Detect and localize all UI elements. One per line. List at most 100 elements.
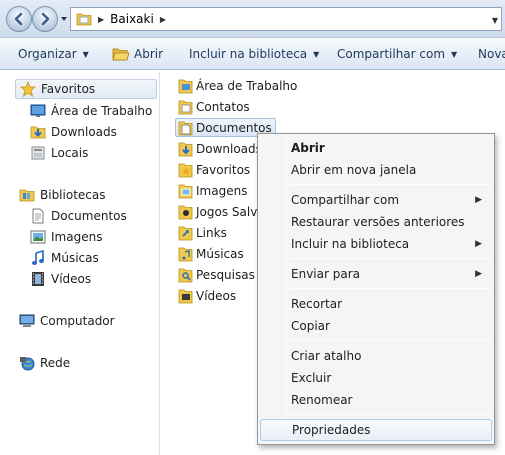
nav-item-computador[interactable]: Computador [19,311,115,331]
menu-item-copiar[interactable]: Copiar [260,315,492,337]
saved-games-folder-icon [178,205,193,219]
nav-item-area-de-trabalho[interactable]: Área de Trabalho [30,101,152,121]
menu-separator [290,414,490,415]
nav-label: Músicas [51,251,99,265]
file-item-pesquisas[interactable]: Pesquisas [178,265,255,284]
menu-item-abrir[interactable]: Abrir [260,137,492,159]
navigation-pane: Favoritos Área de Trabalho Downloads Loc… [0,71,160,455]
libraries-icon [19,189,35,202]
menu-item-label: Recortar [291,297,343,311]
menu-item-enviar-para[interactable]: Enviar para ▶ [260,263,492,285]
nav-label: Documentos [51,209,127,223]
menu-item-abrir-em-nova-janela[interactable]: Abrir em nova janela [260,159,492,181]
share-with-button[interactable]: Compartilhar com ▼ [337,38,457,70]
menu-item-label: Compartilhar com [291,193,400,207]
nav-item-downloads[interactable]: Downloads [30,122,117,142]
nav-label: Rede [40,356,71,370]
nav-item-documentos[interactable]: Documentos [30,206,127,226]
menu-item-renomear[interactable]: Renomear [260,389,492,411]
file-label: Músicas [196,246,244,261]
menu-item-incluir-na-biblioteca[interactable]: Incluir na biblioteca ▶ [260,233,492,255]
links-folder-icon [178,226,193,240]
file-label: Jogos Salvo [196,204,265,219]
menu-item-recortar[interactable]: Recortar [260,293,492,315]
new-folder-button[interactable]: Nova [478,38,505,70]
command-toolbar: Organizar ▼ Abrir Incluir na biblioteca … [0,38,505,70]
menu-item-compartilhar-com[interactable]: Compartilhar com ▶ [260,189,492,211]
breadcrumb-separator-icon[interactable]: ▶ [98,15,104,24]
file-item-jogos-salvo[interactable]: Jogos Salvo [178,202,265,221]
dropdown-arrow-icon: ▼ [82,49,89,59]
context-menu: Abrir Abrir em nova janela Compartilhar … [257,133,495,445]
computer-icon [19,314,35,327]
menu-item-restaurar-versoes[interactable]: Restaurar versões anteriores [260,211,492,233]
back-button[interactable] [6,6,32,32]
menu-item-label: Excluir [291,371,332,385]
file-item-favoritos[interactable]: Favoritos [178,160,250,179]
open-button[interactable]: Abrir [112,38,163,70]
address-field[interactable]: ▶ Baixaki ▶ ▼ [70,7,502,31]
menu-separator [290,184,490,185]
pictures-icon [30,230,46,244]
address-bar: ▶ Baixaki ▶ ▼ [0,0,505,38]
nav-label: Downloads [51,125,117,139]
desktop-folder-icon [178,79,193,93]
menu-item-label: Propriedades [292,423,371,437]
back-arrow-icon [14,12,23,26]
nav-item-rede[interactable]: Rede [19,353,70,373]
menu-item-propriedades[interactable]: Propriedades [260,419,492,441]
file-label: Contatos [196,99,250,114]
nav-item-videos[interactable]: Vídeos [30,269,91,289]
searches-folder-icon [178,268,193,282]
organize-button[interactable]: Organizar ▼ [18,38,89,70]
file-item-contatos[interactable]: Contatos [178,97,250,116]
organize-label: Organizar [18,47,77,61]
file-label: Downloads [196,141,262,156]
share-with-label: Compartilhar com [337,47,446,61]
dropdown-arrow-icon: ▼ [313,49,320,59]
music-folder-icon [178,247,193,261]
nav-item-musicas[interactable]: Músicas [30,248,99,268]
nav-label: Bibliotecas [40,188,106,202]
nav-label: Computador [40,314,115,328]
address-dropdown-icon[interactable]: ▼ [492,16,498,25]
menu-item-label: Restaurar versões anteriores [291,215,465,229]
include-in-library-label: Incluir na biblioteca [189,47,308,61]
file-item-links[interactable]: Links [178,223,227,242]
documents-folder-icon [178,121,193,135]
breadcrumb-baixaki[interactable]: Baixaki [110,12,154,26]
menu-item-label: Abrir [291,141,325,155]
forward-arrow-icon [41,12,50,26]
nav-item-bibliotecas[interactable]: Bibliotecas [19,185,105,205]
include-in-library-button[interactable]: Incluir na biblioteca ▼ [189,38,319,70]
file-item-area-de-trabalho[interactable]: Área de Trabalho [178,76,297,95]
file-item-imagens[interactable]: Imagens [178,181,247,200]
music-note-icon [32,250,44,265]
videos-folder-icon [178,289,193,303]
nav-label: Imagens [51,230,103,244]
nav-item-imagens[interactable]: Imagens [30,227,102,247]
film-icon [32,272,44,286]
new-folder-label: Nova [478,47,505,61]
recent-pages-dropdown-icon[interactable] [60,15,68,23]
file-item-musicas[interactable]: Músicas [178,244,244,263]
menu-separator [290,258,490,259]
nav-item-locais[interactable]: Locais [30,143,88,163]
file-label: Pesquisas [196,267,255,282]
menu-item-label: Criar atalho [291,349,362,363]
forward-button[interactable] [32,6,58,32]
nav-item-favoritos[interactable]: Favoritos [15,79,157,99]
file-item-downloads[interactable]: Downloads [178,139,262,158]
recent-places-icon [31,146,45,160]
file-item-videos[interactable]: Vídeos [178,286,236,305]
desktop-icon [30,104,46,117]
open-label: Abrir [134,47,164,61]
documents-icon [32,208,44,224]
breadcrumb-separator-icon[interactable]: ▶ [160,15,166,24]
menu-item-excluir[interactable]: Excluir [260,367,492,389]
file-label: Favoritos [196,162,251,177]
menu-item-criar-atalho[interactable]: Criar atalho [260,345,492,367]
favorites-folder-icon [178,163,193,177]
dropdown-arrow-icon: ▼ [451,49,458,59]
open-folder-icon [112,48,130,61]
